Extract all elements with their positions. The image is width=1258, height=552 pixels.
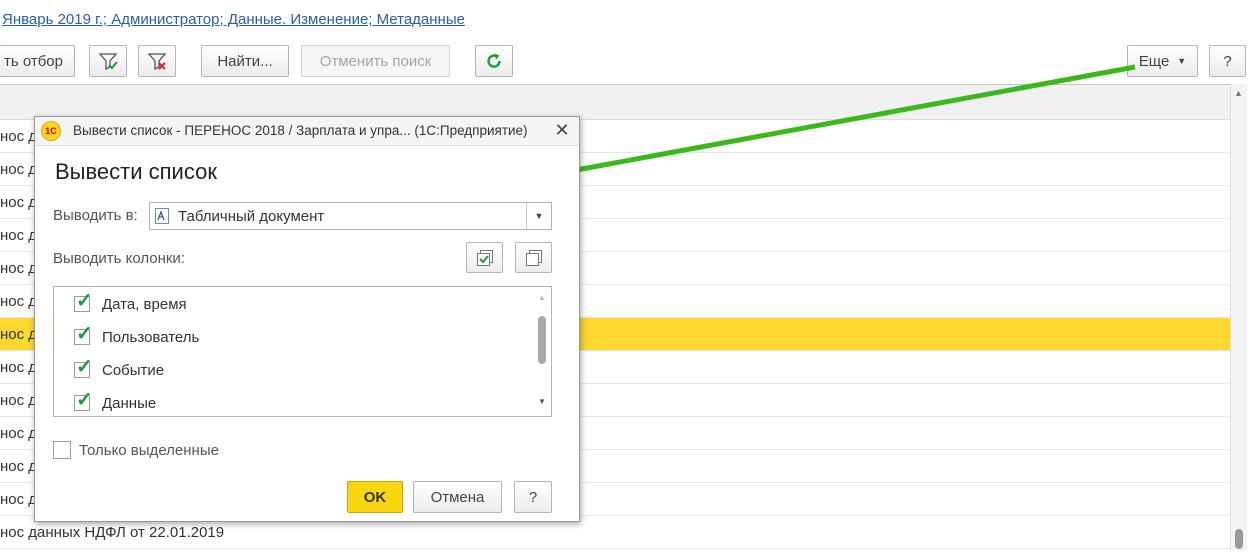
ok-label: OK [363, 488, 387, 506]
columns-label: Выводить колонки: [53, 250, 185, 267]
columns-list: ✓ Дата, время ✓ Пользователь ✓ Событие ✓… [53, 286, 552, 417]
column-checkbox[interactable]: ✓ [74, 357, 93, 378]
check-icon: ✓ [76, 290, 93, 312]
column-label: Событие [102, 362, 165, 379]
output-to-label: Выводить в: [53, 207, 138, 224]
scroll-down-icon[interactable]: ▼ [538, 397, 546, 406]
cancel-label: Отмена [430, 488, 485, 506]
scroll-thumb[interactable] [538, 316, 546, 364]
scroll-up-icon[interactable]: ▲ [538, 293, 546, 302]
chevron-down-icon[interactable]: ▼ [526, 203, 551, 229]
spreadsheet-document-icon [155, 208, 169, 224]
output-to-value: Табличный документ [178, 208, 325, 225]
dialog-help-label: ? [528, 488, 538, 506]
column-label: Дата, время [102, 296, 187, 313]
close-icon[interactable]: ✕ [551, 119, 573, 141]
check-icon: ✓ [76, 356, 93, 378]
uncheck-all-button[interactable] [515, 242, 552, 273]
column-label: Пользователь [102, 329, 200, 346]
column-item-date[interactable]: ✓ Дата, время [74, 291, 514, 319]
column-checkbox[interactable]: ✓ [74, 324, 93, 345]
column-checkbox[interactable]: ✓ [74, 390, 93, 411]
check-icon: ✓ [76, 389, 93, 411]
output-list-dialog: 1С Вывести список - ПЕРЕНОС 2018 / Зарпл… [34, 116, 580, 522]
dialog-window-title: Вывести список - ПЕРЕНОС 2018 / Зарплата… [73, 123, 528, 138]
app-logo-icon: 1С [41, 121, 61, 141]
dialog-help-button[interactable]: ? [514, 481, 552, 513]
ok-button[interactable]: OK [347, 481, 403, 513]
column-checkbox[interactable]: ✓ [74, 291, 93, 312]
uncheck-all-icon [526, 250, 542, 266]
only-selected-label: Только выделенные [79, 442, 219, 459]
dialog-heading: Вывести список [55, 159, 217, 184]
dialog-titlebar: 1С Вывести список - ПЕРЕНОС 2018 / Зарпл… [35, 117, 579, 146]
check-icon: ✓ [76, 323, 93, 345]
column-item-data[interactable]: ✓ Данные [74, 390, 514, 418]
output-to-select[interactable]: Табличный документ ▼ [149, 202, 552, 230]
check-all-button[interactable] [466, 242, 503, 273]
check-all-icon [477, 250, 493, 266]
column-label: Данные [102, 395, 157, 412]
columns-list-scrollbar[interactable]: ▲ ▼ [536, 291, 548, 413]
only-selected-checkbox[interactable] [53, 441, 71, 459]
column-item-event[interactable]: ✓ Событие [74, 357, 514, 385]
cancel-button[interactable]: Отмена [413, 481, 502, 513]
column-item-user[interactable]: ✓ Пользователь [74, 324, 514, 352]
